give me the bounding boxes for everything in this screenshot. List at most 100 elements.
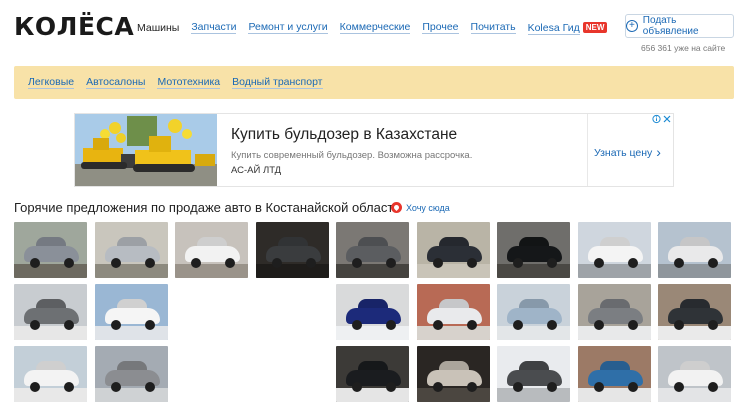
car-photo-wheel — [513, 320, 523, 330]
site-logo[interactable]: КОЛЁСА — [14, 12, 134, 41]
car-photo-ground — [336, 264, 409, 278]
car-thumbnail[interactable] — [14, 222, 87, 278]
car-photo-ground — [255, 264, 329, 278]
nav-item-parts[interactable]: Запчасти — [191, 21, 237, 34]
car-thumbnail[interactable] — [14, 346, 87, 402]
car-photo-wheel — [64, 382, 74, 392]
nav-item-cars[interactable]: Машины — [137, 22, 179, 34]
car-photo-wheel — [547, 320, 557, 330]
nav-item-other[interactable]: Прочее — [422, 21, 459, 34]
car-photo-wheel — [110, 382, 121, 392]
car-photo-ground — [497, 264, 570, 278]
car-thumbnail[interactable] — [94, 222, 168, 278]
car-photo-wheel — [386, 382, 396, 392]
car-photo-wheel — [64, 320, 74, 330]
online-count: 656 361 уже на сайте — [641, 43, 726, 53]
category-water[interactable]: Водный транспорт — [232, 76, 323, 89]
car-thumbnail[interactable] — [658, 222, 731, 278]
nav-item-guide[interactable]: Kolesa Гид — [527, 21, 580, 35]
nav-item-read[interactable]: Почитать — [470, 21, 516, 34]
car-thumbnail[interactable] — [497, 284, 570, 340]
main-nav: Машины Запчасти Ремонт и услуги Коммерче… — [137, 21, 608, 35]
car-photo-ground — [577, 264, 651, 278]
car-thumbnail[interactable] — [497, 222, 570, 278]
car-photo-wheel — [30, 320, 40, 330]
car-thumbnail[interactable] — [14, 284, 87, 340]
car-photo-ground — [14, 388, 87, 402]
car-photo-wheel — [144, 382, 155, 392]
car-photo-wheel — [271, 258, 282, 268]
ad-cta-button[interactable]: Узнать цену › — [594, 144, 661, 160]
car-photo-wheel — [432, 258, 443, 268]
car-thumbnail[interactable] — [94, 284, 168, 340]
car-thumbnail[interactable] — [497, 346, 570, 402]
car-thumbnail[interactable] — [336, 284, 409, 340]
car-photo-wheel — [466, 258, 477, 268]
car-photo-ground — [658, 326, 731, 340]
car-photo-wheel — [144, 258, 155, 268]
car-photo-wheel — [593, 320, 604, 330]
car-photo-ground — [416, 264, 490, 278]
car-thumbnail[interactable] — [336, 222, 409, 278]
category-passenger[interactable]: Легковые — [28, 76, 75, 89]
car-photo-ground — [416, 388, 490, 402]
nav-item-guide-wrap: Kolesa Гид NEW — [527, 21, 608, 35]
car-thumbnail[interactable] — [577, 346, 651, 402]
car-photo-wheel — [674, 258, 684, 268]
car-photo-ground — [175, 264, 248, 278]
car-photo-wheel — [30, 258, 40, 268]
car-thumbnail[interactable] — [416, 222, 490, 278]
car-photo-ground — [416, 326, 490, 340]
car-thumbnail[interactable] — [175, 222, 248, 278]
car-photo-wheel — [386, 320, 396, 330]
car-photo-wheel — [708, 382, 718, 392]
car-thumbnail[interactable] — [416, 284, 490, 340]
car-photo-ground — [577, 326, 651, 340]
car-photo-ground — [94, 326, 168, 340]
car-photo-wheel — [547, 258, 557, 268]
car-thumbnail[interactable] — [336, 346, 409, 402]
car-photo-wheel — [110, 258, 121, 268]
car-photo-wheel — [225, 258, 235, 268]
car-photo-wheel — [674, 382, 684, 392]
car-thumbnail[interactable] — [94, 346, 168, 402]
car-photo-wheel — [352, 382, 362, 392]
car-photo-ground — [94, 388, 168, 402]
nav-item-commercial[interactable]: Коммерческие — [339, 21, 411, 34]
fire-icon — [391, 202, 402, 213]
car-photo-ground — [94, 264, 168, 278]
car-photo-ground — [497, 388, 570, 402]
car-photo-wheel — [432, 320, 443, 330]
car-photo-wheel — [593, 258, 604, 268]
car-photo-ground — [336, 388, 409, 402]
car-thumbnail[interactable] — [658, 284, 731, 340]
car-photo-ground — [14, 326, 87, 340]
bulldozer-image[interactable] — [75, 114, 217, 186]
car-photo-wheel — [466, 320, 477, 330]
car-thumbnail[interactable] — [255, 222, 329, 278]
post-ad-button[interactable]: + Подать объявление — [625, 14, 734, 38]
chevron-right-icon: › — [656, 144, 661, 160]
car-thumbnail[interactable] — [577, 284, 651, 340]
car-photo-wheel — [352, 320, 362, 330]
nav-item-repair[interactable]: Ремонт и услуги — [248, 21, 328, 34]
want-here-link[interactable]: Хочу сюда — [406, 203, 450, 213]
car-thumbnail[interactable] — [658, 346, 731, 402]
ad-choices-badge[interactable] — [651, 114, 673, 126]
car-photo-ground — [336, 326, 409, 340]
category-dealers[interactable]: Автосалоны — [86, 76, 146, 89]
category-moto[interactable]: Мототехника — [157, 76, 221, 89]
car-photo-wheel — [513, 258, 523, 268]
close-icon — [663, 115, 671, 123]
car-photo-ground — [14, 264, 87, 278]
car-photo-wheel — [547, 382, 557, 392]
car-thumbnail[interactable] — [416, 346, 490, 402]
ad-banner[interactable]: Купить бульдозер в Казахстане Купить сов… — [74, 113, 674, 187]
car-photo-wheel — [627, 320, 638, 330]
car-photo-wheel — [352, 258, 362, 268]
ad-cta-label: Узнать цену — [594, 147, 653, 159]
ad-title[interactable]: Купить бульдозер в Казахстане — [231, 126, 457, 144]
car-photo-wheel — [110, 320, 121, 330]
car-thumbnail[interactable] — [577, 222, 651, 278]
car-photo-wheel — [708, 258, 718, 268]
